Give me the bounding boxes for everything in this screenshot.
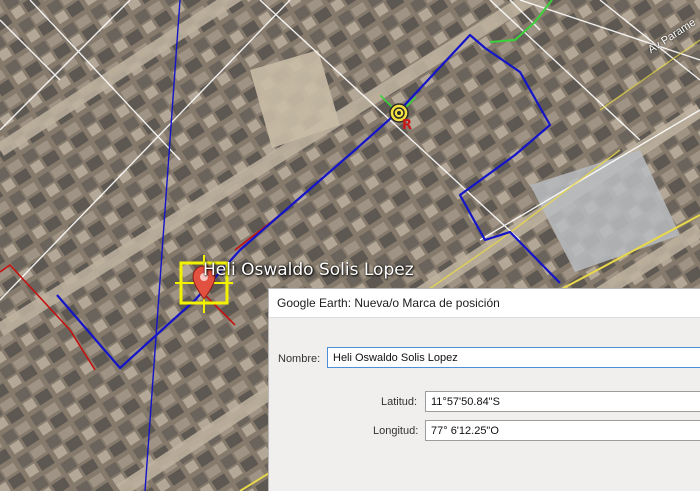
name-field[interactable]: Heli Oswaldo Solis Lopez — [327, 347, 700, 368]
placemark-label: Heli Oswaldo Solis Lopez — [203, 260, 414, 280]
dialog-title[interactable]: Google Earth: Nueva/o Marca de posición — [269, 289, 700, 318]
latitude-field[interactable]: 11°57'50.84"S — [425, 391, 700, 412]
longitude-field[interactable]: 77° 6'12.25"O — [425, 420, 700, 441]
new-placemark-dialog: Google Earth: Nueva/o Marca de posición … — [268, 288, 700, 491]
svg-text:R: R — [402, 118, 412, 133]
latitude-label: Latitud: — [381, 396, 418, 408]
route-marker-icon[interactable]: R — [380, 95, 420, 135]
longitude-label: Longitud: — [373, 425, 419, 437]
name-label: Nombre: — [278, 353, 321, 365]
